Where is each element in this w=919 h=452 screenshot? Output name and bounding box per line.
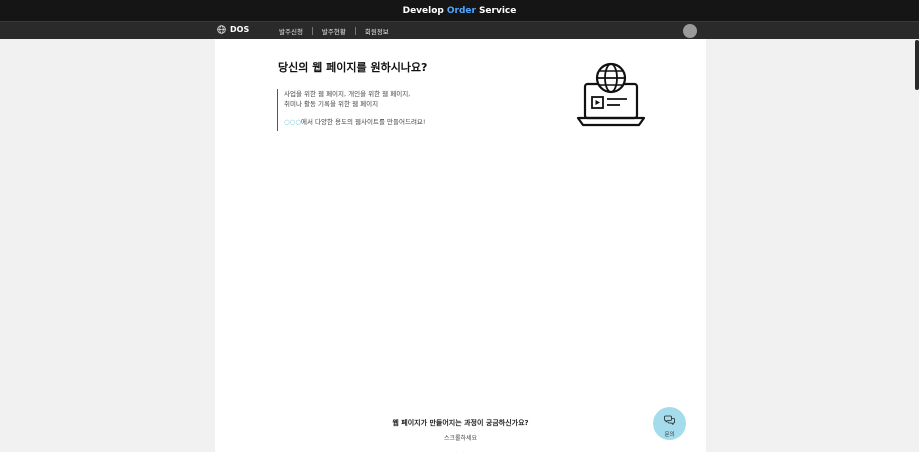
- page-title: 당신의 웹 페이지를 원하시나요?: [278, 61, 428, 74]
- title-suffix: Service: [478, 5, 517, 16]
- description-line-3: ○○○에서 다양한 용도의 웹사이트를 만들어드려요!: [284, 117, 426, 127]
- description-line-3-text: 에서 다양한 용도의 웹사이트를 만들어드려요!: [301, 118, 426, 126]
- inquiry-button[interactable]: 문의: [653, 407, 686, 440]
- menu-member-info[interactable]: 회원정보: [356, 26, 398, 36]
- description-line-1: 사업을 위한 웹 페이지, 개인을 위한 웹 페이지,: [284, 90, 411, 98]
- brand-name: DOS: [230, 25, 250, 34]
- app-title: Develop Order Service: [0, 0, 919, 21]
- hero-description: 사업을 위한 웹 페이지, 개인을 위한 웹 페이지, 취미나 활동 기록을 위…: [277, 89, 426, 131]
- chevron-down-icon[interactable]: [456, 442, 465, 452]
- main-content: 당신의 웹 페이지를 원하시나요? 사업을 위한 웹 페이지, 개인을 위한 웹…: [215, 39, 706, 452]
- brand-placeholder: ○○○: [284, 118, 302, 126]
- main-menu: 발주신청 발주현황 회원정보: [270, 22, 398, 40]
- title-prefix: Develop: [402, 5, 444, 16]
- menu-order-status[interactable]: 발주현황: [313, 26, 355, 36]
- process-question: 웹 페이지가 만들어지는 과정이 궁금하신가요?: [392, 419, 529, 427]
- inquiry-label: 문의: [664, 431, 675, 438]
- scroll-hint: 스크롤하세요: [443, 435, 478, 442]
- navbar: DOS 발주신청 발주현황 회원정보: [0, 21, 919, 39]
- brand-logo[interactable]: DOS: [217, 25, 249, 34]
- chat-bubbles-icon: [664, 410, 675, 429]
- menu-order-request[interactable]: 발주신청: [270, 26, 312, 36]
- avatar[interactable]: [683, 24, 697, 38]
- scrollbar-thumb[interactable]: [915, 40, 919, 90]
- description-line-2: 취미나 활동 기록을 위한 웹 페이지: [284, 100, 379, 108]
- globe-icon: [217, 25, 226, 34]
- laptop-globe-icon: [576, 61, 646, 131]
- title-accent: Order: [446, 5, 476, 16]
